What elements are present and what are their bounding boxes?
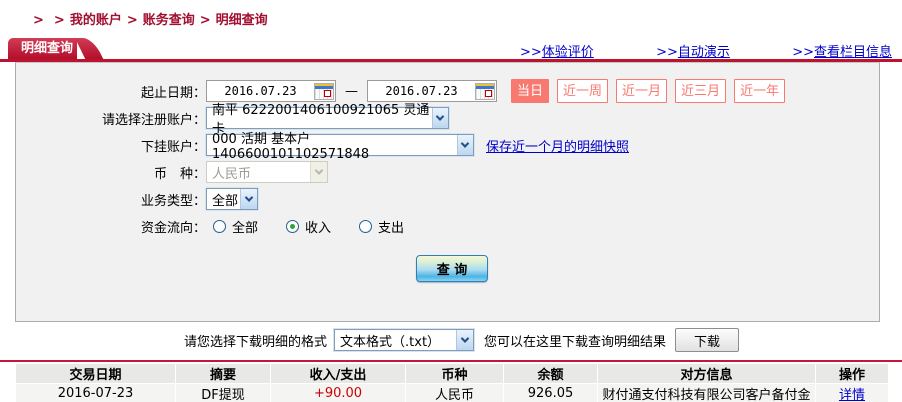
date-range-label: 起止日期： bbox=[140, 85, 206, 101]
breadcrumb-item-detail-query[interactable]: 明细查询 bbox=[216, 13, 268, 28]
link-label: 查看栏目信息 bbox=[813, 45, 892, 60]
top-links: >>体验评价 >>自动演示 >>查看栏目信息 bbox=[520, 41, 892, 60]
result-table: 交易日期 摘要 收入/支出 币种 余额 对方信息 操作 2016-07-23 D… bbox=[15, 363, 889, 402]
quick-date-month-button[interactable]: 近一月 bbox=[616, 79, 668, 103]
register-account-row: 请选择注册账户： 南平 6222001406100921065 灵通卡 bbox=[16, 103, 879, 137]
link-auto-demo[interactable]: >>自动演示 bbox=[656, 41, 730, 60]
currency-value: 人民币 bbox=[212, 166, 252, 182]
link-experience-rating[interactable]: >>体验评价 bbox=[520, 41, 594, 60]
header-date: 交易日期 bbox=[15, 363, 176, 384]
cell-action: 详情 bbox=[815, 383, 889, 402]
header-currency: 币种 bbox=[405, 363, 504, 384]
radio-all-label: 全部 bbox=[232, 220, 259, 236]
quick-date-3months-button[interactable]: 近三月 bbox=[675, 79, 727, 103]
business-type-label: 业务类型： bbox=[140, 193, 206, 209]
download-format-value: 文本格式（.txt） bbox=[340, 334, 441, 350]
breadcrumb-arrow: > bbox=[53, 13, 65, 28]
chevron-down-icon[interactable] bbox=[240, 189, 257, 209]
calendar-icon[interactable] bbox=[314, 82, 334, 100]
cell-summary: DF提现 bbox=[175, 383, 271, 402]
table-row: 2016-07-23 DF提现 +90.00 人民币 926.05 财付通支付科… bbox=[15, 383, 889, 402]
header-counterparty: 对方信息 bbox=[597, 363, 816, 384]
business-type-value: 全部 bbox=[212, 193, 239, 209]
radio-all[interactable] bbox=[213, 219, 226, 233]
sub-account-row: 下挂账户： 000 活期 基本户 1406600101102571848 保存近… bbox=[16, 132, 879, 162]
breadcrumb-arrow: > bbox=[199, 13, 211, 28]
link-label: 自动演示 bbox=[677, 45, 730, 60]
register-account-select[interactable]: 南平 6222001406100921065 灵通卡 bbox=[206, 103, 449, 137]
cell-counterparty: 财付通支付科技有限公司客户备付金 bbox=[597, 383, 816, 402]
query-button[interactable]: 查 询 bbox=[416, 255, 488, 282]
date-separator: — bbox=[345, 83, 358, 99]
fund-flow-radios: 全部 收入 支出 bbox=[206, 217, 404, 236]
save-snapshot-link[interactable]: 保存近一个月的明细快照 bbox=[486, 136, 629, 155]
radio-income-label: 收入 bbox=[305, 220, 332, 236]
link-prefix: >> bbox=[656, 45, 678, 60]
breadcrumb: > > 我的账户 > 账务查询 > 明细查询 bbox=[0, 0, 902, 28]
quick-date-week-button[interactable]: 近一周 bbox=[557, 79, 609, 103]
fund-flow-row: 资金流向： 全部 收入 支出 bbox=[16, 215, 879, 237]
fund-flow-label: 资金流向： bbox=[140, 220, 206, 236]
breadcrumb-item-my-account[interactable]: 我的账户 bbox=[70, 13, 122, 28]
link-label: 体验评价 bbox=[541, 45, 594, 60]
chevron-down-icon[interactable] bbox=[456, 330, 474, 350]
detail-link[interactable]: 详情 bbox=[839, 388, 865, 402]
radio-income[interactable] bbox=[286, 219, 300, 233]
query-button-row: 查 询 bbox=[16, 255, 879, 282]
currency-label: 币 种： bbox=[153, 166, 206, 182]
header-balance: 余额 bbox=[503, 363, 598, 384]
radio-expense-label: 支出 bbox=[378, 220, 405, 236]
download-row: 请您选择下载明细的格式 文本格式（.txt） 您可以在这里下载查询明细结果 下载 bbox=[0, 328, 902, 352]
header-summary: 摘要 bbox=[175, 363, 271, 384]
header-action: 操作 bbox=[815, 363, 889, 384]
link-prefix: >> bbox=[520, 45, 542, 60]
sub-account-label: 下挂账户： bbox=[140, 139, 206, 155]
download-format-select[interactable]: 文本格式（.txt） bbox=[334, 329, 475, 351]
cell-balance: 926.05 bbox=[503, 383, 598, 402]
quick-date-today-button[interactable]: 当日 bbox=[511, 79, 550, 103]
sub-account-value: 000 活期 基本户 1406600101102571848 bbox=[212, 132, 370, 162]
breadcrumb-arrow: > bbox=[33, 13, 44, 28]
download-hint: 您可以在这里下载查询明细结果 bbox=[484, 334, 667, 350]
date-range-row: 起止日期： 2016.07.23 — 2016.07.23 当日 近一周 近一月… bbox=[16, 79, 879, 103]
table-header-row: 交易日期 摘要 收入/支出 币种 余额 对方信息 操作 bbox=[15, 363, 889, 384]
quick-date-year-button[interactable]: 近一年 bbox=[734, 79, 786, 103]
register-account-label: 请选择注册账户： bbox=[101, 112, 206, 128]
header-amount: 收入/支出 bbox=[270, 363, 406, 384]
chevron-down-icon bbox=[310, 162, 327, 182]
cell-amount: +90.00 bbox=[270, 383, 406, 402]
link-view-column-info[interactable]: >>查看栏目信息 bbox=[792, 41, 892, 60]
result-table-wrap: 交易日期 摘要 收入/支出 币种 余额 对方信息 操作 2016-07-23 D… bbox=[0, 360, 902, 402]
download-button[interactable]: 下载 bbox=[675, 328, 740, 352]
cell-currency: 人民币 bbox=[405, 383, 504, 402]
currency-select: 人民币 bbox=[206, 161, 328, 183]
sub-account-select[interactable]: 000 活期 基本户 1406600101102571848 bbox=[206, 132, 474, 162]
query-form-panel: 起止日期： 2016.07.23 — 2016.07.23 当日 近一周 近一月… bbox=[15, 62, 880, 322]
tab-strip: 明细查询 >>体验评价 >>自动演示 >>查看栏目信息 bbox=[0, 38, 902, 62]
chevron-down-icon[interactable] bbox=[431, 108, 448, 128]
start-date-value: 2016.07.23 bbox=[224, 84, 297, 98]
download-format-label: 请您选择下载明细的格式 bbox=[184, 334, 328, 350]
calendar-icon[interactable] bbox=[475, 82, 495, 100]
business-type-row: 业务类型： 全部 bbox=[16, 188, 879, 210]
currency-row: 币 种： 人民币 bbox=[16, 161, 879, 183]
link-prefix: >> bbox=[792, 45, 814, 60]
end-date-value: 2016.07.23 bbox=[385, 84, 458, 98]
radio-expense[interactable] bbox=[359, 219, 373, 233]
chevron-down-icon[interactable] bbox=[456, 135, 473, 155]
breadcrumb-arrow: > bbox=[126, 13, 138, 28]
tab-detail-query[interactable]: 明细查询 bbox=[8, 38, 78, 59]
business-type-select[interactable]: 全部 bbox=[206, 188, 258, 210]
cell-date: 2016-07-23 bbox=[15, 383, 176, 402]
breadcrumb-item-account-query[interactable]: 账务查询 bbox=[143, 13, 195, 28]
